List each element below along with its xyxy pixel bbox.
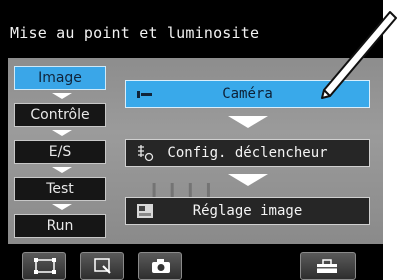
tab-controle[interactable]: Contrôle (14, 103, 106, 127)
nav-arrow-icon (52, 204, 72, 210)
zoom-icon (94, 258, 111, 274)
tools-button[interactable] (300, 252, 356, 280)
step-label: Config. déclencheur (167, 145, 328, 161)
nav-arrow-icon (52, 167, 72, 173)
step-label: Réglage image (192, 203, 303, 219)
bottom-toolbar (0, 246, 383, 280)
display-frame-icon (34, 258, 56, 274)
tab-test[interactable]: Test (14, 177, 106, 201)
tab-run[interactable]: Run (14, 214, 106, 238)
tools-icon (317, 259, 337, 273)
tab-es[interactable]: E/S (14, 140, 106, 164)
nav-arrow-icon (52, 130, 72, 136)
camera-icon (152, 259, 170, 273)
stylus-pointer-icon (321, 11, 397, 99)
step-image-adjust-button[interactable]: Réglage image (125, 197, 370, 225)
flow-arrow-icon (228, 174, 268, 186)
flow-arrow-icon (228, 116, 268, 128)
nav-arrow-icon (52, 93, 72, 99)
display-frame-button[interactable] (22, 252, 66, 280)
zoom-button[interactable] (80, 252, 124, 280)
left-nav: Image Contrôle E/S Test Run (8, 58, 108, 244)
camera-button[interactable] (138, 252, 182, 280)
step-trigger-button[interactable]: Config. déclencheur (125, 139, 370, 167)
tab-image[interactable]: Image (14, 66, 106, 90)
